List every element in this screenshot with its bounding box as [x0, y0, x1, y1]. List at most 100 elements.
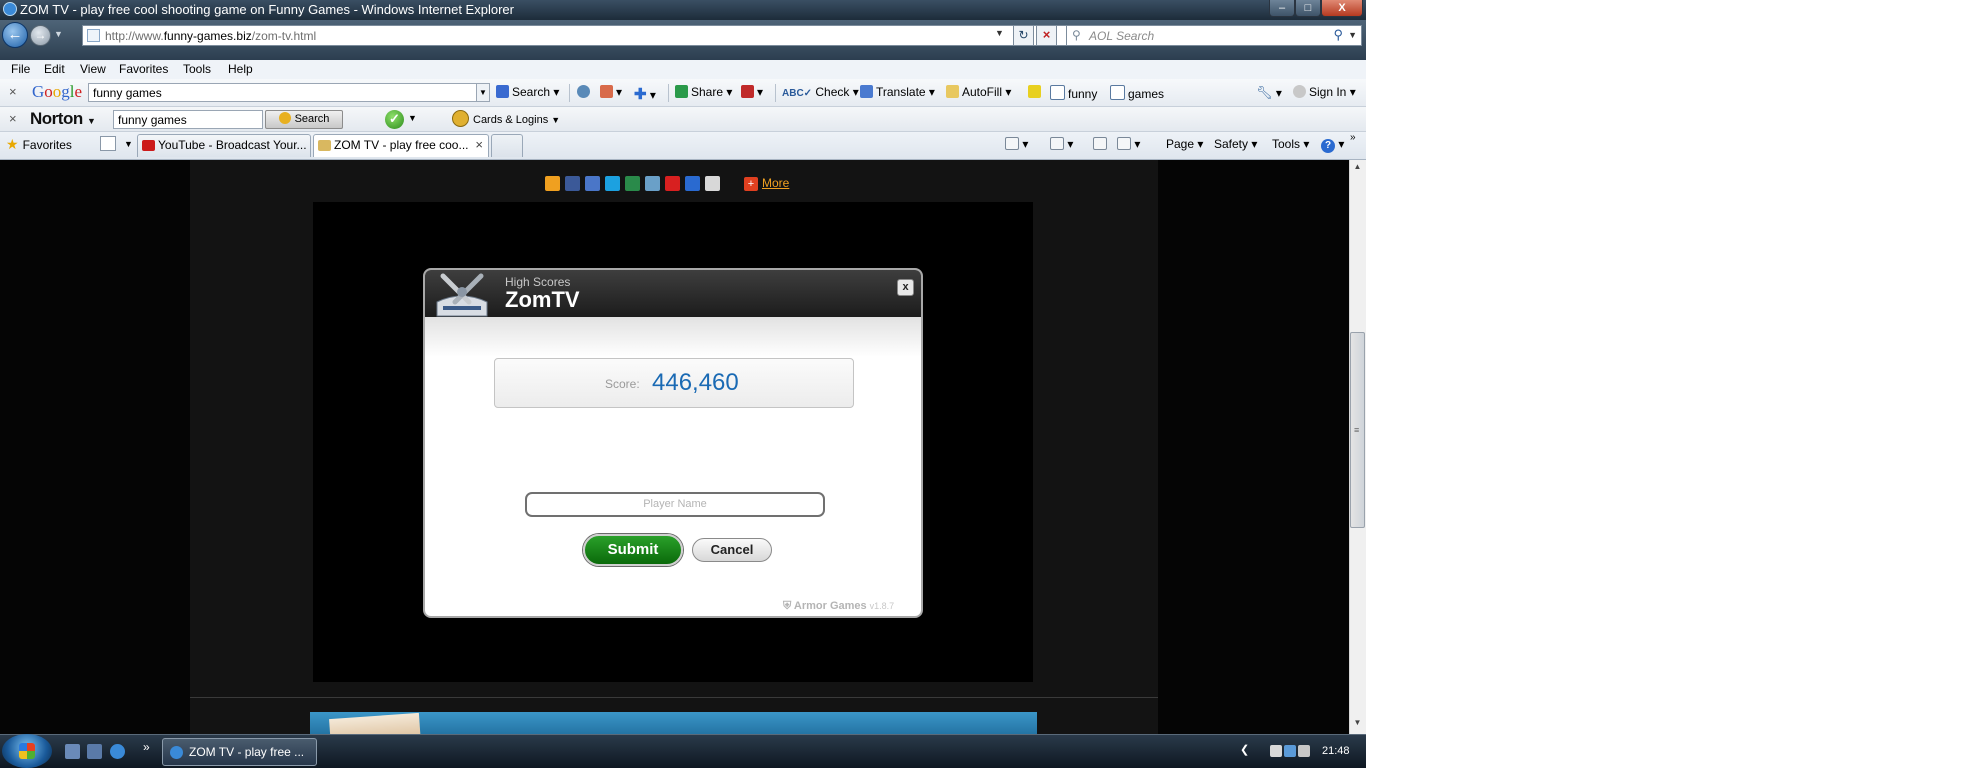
menu-edit[interactable]: Edit [44, 62, 65, 76]
menu-tools[interactable]: Tools [183, 62, 211, 76]
add-button[interactable]: ✚ ▾ [634, 85, 656, 103]
autofill-button[interactable]: AutoFill ▾ [946, 85, 1011, 99]
google-search-input[interactable]: funny games [88, 83, 478, 102]
home-button[interactable]: ▾ [1005, 137, 1028, 151]
menu-help[interactable]: Help [228, 62, 253, 76]
share-service-icon[interactable] [545, 176, 560, 191]
norton-search-input[interactable]: funny games [113, 110, 263, 129]
find-icon [1050, 85, 1065, 100]
news-icon[interactable] [577, 85, 593, 99]
word-find-funny[interactable]: funny [1050, 85, 1097, 101]
share-service-icon[interactable] [705, 176, 720, 191]
share-button[interactable]: Share ▾ [675, 85, 732, 99]
tray-app-icon[interactable] [1270, 745, 1282, 757]
back-button[interactable]: ← [2, 22, 28, 48]
tray-expand-icon[interactable]: ❮ [1240, 743, 1249, 756]
switch-windows-icon[interactable] [87, 744, 102, 759]
show-desktop-icon[interactable] [65, 744, 80, 759]
menu-view[interactable]: View [80, 62, 106, 76]
scroll-down-arrow-icon[interactable]: ▼ [1349, 718, 1366, 732]
favorites-button[interactable]: ★ Favorites [6, 136, 72, 153]
player-name-input[interactable]: Player Name [525, 492, 825, 517]
share-service-icon[interactable] [605, 176, 620, 191]
tools-menu-button[interactable]: Tools ▾ [1272, 137, 1309, 151]
quick-tabs-icon[interactable] [100, 136, 116, 151]
search-go-icon[interactable]: ⚲ [1333, 27, 1343, 43]
autofill-label: AutoFill [962, 85, 1003, 99]
score-label: Score: [605, 377, 640, 391]
cancel-button[interactable]: Cancel [692, 538, 772, 562]
norton-logo[interactable]: Norton ▼ [30, 109, 96, 129]
norton-search-button[interactable]: Search [265, 110, 343, 129]
chevron-more-icon[interactable]: » [1350, 132, 1356, 143]
google-input-dropdown-icon[interactable]: ▼ [476, 83, 490, 102]
tab-list-dropdown-icon[interactable]: ▼ [124, 139, 133, 149]
page-favicon-icon [318, 140, 331, 151]
share-service-icon[interactable] [665, 176, 680, 191]
highlight-icon[interactable] [1028, 85, 1044, 99]
tab-youtube[interactable]: YouTube - Broadcast Your... [137, 134, 311, 157]
toolbar-separator [668, 84, 669, 102]
wrench-button[interactable]: 🔧︎ ▾ [1256, 85, 1282, 101]
close-norton-icon[interactable]: × [9, 111, 17, 126]
translate-button[interactable]: Translate ▾ [860, 85, 935, 99]
search-box[interactable]: ⚲ AOL Search ⚲ ▼ [1066, 25, 1362, 46]
print-button[interactable]: ▾ [1117, 137, 1140, 151]
safety-menu-button[interactable]: Safety ▾ [1214, 137, 1257, 151]
stop-button[interactable]: × [1036, 25, 1057, 46]
address-dropdown-icon[interactable]: ▼ [995, 28, 1004, 38]
share-service-icon[interactable] [685, 176, 700, 191]
google-search-button[interactable]: Search ▾ [496, 85, 559, 99]
dialog-header: High Scores ZomTV x [425, 270, 921, 317]
armor-games-brand[interactable]: ⛨ Armor Games v1.8.7 [783, 600, 894, 613]
bookmark-button[interactable]: ▾ [741, 85, 763, 99]
refresh-button[interactable]: ↻ [1013, 25, 1034, 46]
tab-zomtv[interactable]: ZOM TV - play free coo... × [313, 134, 489, 157]
cards-logins-button[interactable]: Cards & Logins ▼ [452, 110, 560, 127]
word-find-games[interactable]: games [1110, 85, 1164, 101]
popup-blocker-icon[interactable]: ▾ [600, 85, 622, 99]
new-tab-button[interactable] [491, 134, 523, 157]
norton-logo-text: Norton [30, 109, 83, 128]
start-button[interactable] [2, 734, 52, 768]
ie-taskbar-icon [170, 746, 183, 759]
share-more-link[interactable]: + More [744, 176, 789, 191]
history-dropdown-icon[interactable]: ▼ [54, 29, 63, 39]
search-dropdown-icon[interactable]: ▼ [1348, 30, 1357, 40]
share-service-icon[interactable] [585, 176, 600, 191]
dialog-close-button[interactable]: x [897, 279, 914, 296]
taskbar-item-label: ZOM TV - play free ... [189, 745, 305, 759]
share-service-icon[interactable] [645, 176, 660, 191]
close-tab-icon[interactable]: × [475, 137, 483, 152]
minimize-button[interactable]: – [1269, 0, 1295, 17]
page-icon [87, 29, 100, 42]
quicklaunch-more-icon[interactable]: » [143, 740, 150, 754]
taskbar-ie-item[interactable]: ZOM TV - play free ... [162, 738, 317, 766]
help-button[interactable]: ? ▾ [1321, 137, 1344, 153]
menu-file[interactable]: File [11, 62, 30, 76]
share-service-icon[interactable] [625, 176, 640, 191]
google-search-label: Search [512, 85, 551, 99]
network-icon[interactable] [1284, 745, 1296, 757]
ie-quicklaunch-icon[interactable] [110, 744, 125, 759]
close-window-button[interactable]: X [1321, 0, 1363, 17]
clock[interactable]: 21:48 [1322, 745, 1350, 757]
norton-check-dropdown-icon[interactable]: ▼ [408, 113, 417, 123]
ad-banner[interactable] [310, 712, 1037, 734]
maximize-button[interactable]: □ [1295, 0, 1321, 17]
address-bar[interactable]: http://www.funny-games.biz/zom-tv.html [82, 25, 1082, 46]
menu-favorites[interactable]: Favorites [119, 62, 168, 76]
forward-button[interactable]: → [30, 25, 51, 46]
norton-safe-check-icon[interactable]: ✓ [385, 110, 404, 129]
scroll-up-arrow-icon[interactable]: ▲ [1349, 162, 1366, 176]
volume-icon[interactable] [1298, 745, 1310, 757]
submit-button[interactable]: Submit [583, 534, 683, 566]
feeds-button[interactable]: ▾ [1050, 137, 1073, 151]
share-service-icon[interactable] [565, 176, 580, 191]
spellcheck-icon: ABC✓ [782, 88, 813, 99]
mail-button[interactable] [1093, 137, 1107, 151]
sign-in-button[interactable]: Sign In ▾ [1293, 85, 1356, 99]
page-menu-button[interactable]: Page ▾ [1166, 137, 1203, 151]
check-button[interactable]: ABC✓ Check ▾ [782, 85, 859, 99]
close-toolbar-icon[interactable]: × [9, 84, 17, 99]
